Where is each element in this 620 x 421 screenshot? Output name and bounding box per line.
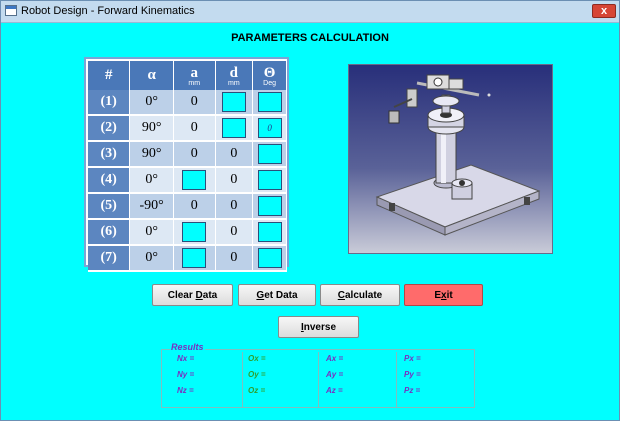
d-cell: 0: [215, 219, 254, 246]
close-button[interactable]: x: [592, 4, 616, 18]
result-label: Pz =: [404, 386, 421, 395]
theta-input[interactable]: [257, 144, 282, 164]
result-label: Az =: [326, 386, 343, 395]
alpha-cell: 90°: [129, 141, 174, 168]
row-index-cell: (1): [88, 90, 131, 116]
alpha-cell: 0°: [129, 90, 174, 116]
table-row: (7) 0° 0: [88, 245, 287, 272]
theta-input[interactable]: [257, 248, 282, 268]
a-cell: [173, 167, 216, 194]
robot-arm-illustration: [375, 74, 541, 236]
result-label: Oy =: [248, 370, 266, 379]
alpha-cell: 0°: [129, 219, 174, 246]
table-row: (2) 90° 0 0: [88, 115, 287, 142]
d-input[interactable]: [221, 118, 246, 138]
alpha-cell: 0°: [129, 245, 174, 272]
theta-cell: [252, 90, 287, 116]
result-label: Py =: [404, 370, 421, 379]
theta-input[interactable]: [257, 92, 282, 112]
a-input[interactable]: [182, 248, 207, 268]
table-row: (6) 0° 0: [88, 219, 287, 246]
calculate-button[interactable]: Calculate: [320, 284, 400, 306]
row-index-cell: (6): [88, 219, 131, 246]
theta-input[interactable]: 0: [257, 118, 282, 138]
alpha-cell: 0°: [129, 167, 174, 194]
row-index-cell: (4): [88, 167, 131, 194]
d-cell: 0: [215, 245, 254, 272]
result-label: Px =: [404, 354, 421, 363]
d-cell: 0: [215, 167, 254, 194]
result-label: Ay =: [326, 370, 344, 379]
row-index-cell: (7): [88, 245, 131, 272]
table-row: (4) 0° 0: [88, 167, 287, 194]
result-label: Ny =: [177, 370, 195, 379]
results-legend: Results: [170, 342, 205, 352]
theta-cell: [252, 219, 287, 246]
theta-cell: [252, 141, 287, 168]
a-cell: 0: [173, 193, 216, 220]
header-d: d mm: [215, 61, 254, 90]
theta-input[interactable]: [257, 170, 282, 190]
a-input[interactable]: [182, 170, 207, 190]
a-cell: [173, 245, 216, 272]
inverse-button[interactable]: Inverse: [278, 316, 359, 338]
result-label: Ox =: [248, 354, 266, 363]
row-index-cell: (2): [88, 115, 131, 142]
alpha-cell: -90°: [129, 193, 174, 220]
page-title: PARAMETERS CALCULATION: [231, 32, 389, 44]
result-label: Oz =: [248, 386, 266, 395]
title-bar: Robot Design - Forward Kinematics x: [1, 1, 619, 23]
a-cell: 0: [173, 90, 216, 116]
table-row: (3) 90° 0 0: [88, 141, 287, 168]
results-column: [162, 352, 243, 407]
close-icon: x: [600, 5, 608, 17]
robot-arm-image: [348, 64, 553, 254]
dh-parameters-table: # α a mm d mm Θ Deg (1) 0° 0 (2) 90° 0 0 (3) 90° 0 0(…: [84, 57, 289, 272]
result-label: Nz =: [177, 386, 194, 395]
result-label: Ax =: [326, 354, 344, 363]
d-input[interactable]: [221, 92, 246, 112]
table-row: (1) 0° 0: [88, 90, 287, 116]
theta-cell: 0: [252, 115, 287, 142]
header-a: a mm: [173, 61, 216, 90]
get-data-button[interactable]: Get Data: [238, 284, 316, 306]
a-cell: 0: [173, 115, 216, 142]
a-input[interactable]: [182, 222, 207, 242]
theta-cell: [252, 193, 287, 220]
table-header-row: # α a mm d mm Θ Deg: [88, 61, 287, 90]
d-cell: 0: [215, 193, 254, 220]
exit-button[interactable]: Exit: [404, 284, 483, 306]
result-label: Nx =: [177, 354, 195, 363]
header-index: #: [88, 61, 131, 90]
window-title: Robot Design - Forward Kinematics: [21, 5, 195, 17]
table-row: (5) -90° 0 0: [88, 193, 287, 220]
theta-input[interactable]: [257, 222, 282, 242]
a-cell: 0: [173, 141, 216, 168]
theta-cell: [252, 167, 287, 194]
app-window-icon: [5, 5, 17, 16]
row-index-cell: (3): [88, 141, 131, 168]
app-window: Robot Design - Forward Kinematics x PARA…: [0, 0, 620, 421]
header-alpha: α: [129, 61, 174, 90]
d-cell: [215, 90, 254, 116]
header-theta: Θ Deg: [252, 61, 287, 90]
theta-input[interactable]: [257, 196, 282, 216]
a-cell: [173, 219, 216, 246]
clear-data-button[interactable]: Clear Data: [152, 284, 233, 306]
row-index-cell: (5): [88, 193, 131, 220]
d-cell: 0: [215, 141, 254, 168]
alpha-cell: 90°: [129, 115, 174, 142]
d-cell: [215, 115, 254, 142]
theta-cell: [252, 245, 287, 272]
